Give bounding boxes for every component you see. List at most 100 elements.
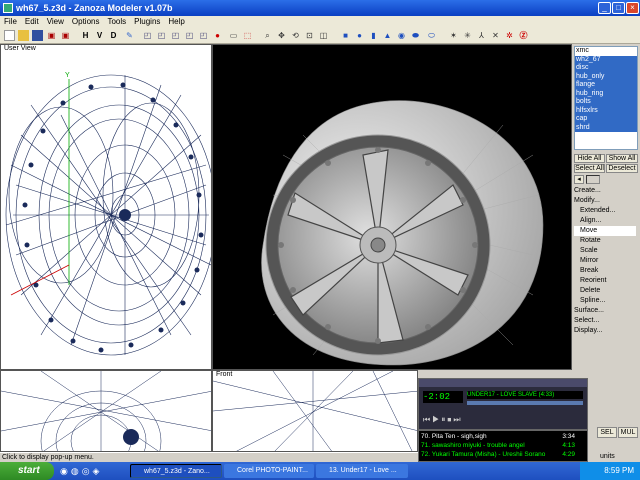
zoom-extents-icon[interactable]: ⊡ [304,30,315,41]
winamp-playlist[interactable]: 70. Pita Ten - sigh,sigh 3:34 71. sawashi… [418,430,588,462]
rotate-view-icon[interactable]: ⟲ [290,30,301,41]
cube-icon[interactable]: ◰ [142,30,153,41]
bone-tool-icon[interactable]: ✶ [448,30,459,41]
import-icon[interactable]: ▣ [46,30,57,41]
hide-all-button[interactable]: Hide All [574,154,605,163]
zanoza-icon[interactable]: Ⓩ [518,30,529,41]
arrow-left-icon[interactable]: ◂ [574,175,584,184]
playlist-row[interactable]: 70. Pita Ten - sigh,sigh 3:34 [421,433,587,441]
command-select[interactable]: Select... [574,316,636,326]
command-delete[interactable]: Delete [574,286,636,296]
menu-options[interactable]: Options [68,16,104,28]
export-icon[interactable]: ▣ [60,30,71,41]
seek-bar[interactable] [467,401,583,405]
menu-help[interactable]: Help [164,16,188,28]
list-item[interactable]: hub_ring [575,89,637,98]
zoom-icon[interactable]: ⌕ [262,30,273,41]
playlist-row[interactable]: 72. Yukari Tamura (Misha) - Ureshii Sora… [421,451,587,459]
command-reorient[interactable]: Reorient [574,276,636,286]
render-viewport[interactable] [212,44,572,370]
menu-bar: File Edit View Options Tools Plugins Help [0,16,640,28]
command-break[interactable]: Break [574,266,636,276]
select-lasso-icon[interactable]: ⬚ [242,30,253,41]
list-item[interactable]: shrd [575,123,637,132]
cylinder-primitive-icon[interactable]: ▮ [368,30,379,41]
sphere-primitive-icon[interactable]: ● [354,30,365,41]
deselect-button[interactable]: Deselect [606,164,638,173]
user-view-viewport[interactable]: User View Y [0,44,212,370]
camera-icon[interactable]: ◫ [318,30,329,41]
command-mirror[interactable]: Mirror [574,256,636,266]
status-text: Click to display pop-up menu. [2,454,94,461]
command-extended[interactable]: Extended... [574,206,636,216]
task-winamp[interactable]: 13. Under17 - Love ... [316,464,408,478]
object-list[interactable]: xmc wh2_67 disc hub_only flange hub_ring… [574,46,638,150]
list-item[interactable]: wh2_67 [575,55,637,64]
close-button[interactable]: × [626,2,639,14]
winamp-player[interactable]: -2:02 UNDER17 - LOVE SLAVE (4:33) ⏮▶⏸⏹⏭ [418,378,588,430]
open-file-icon[interactable] [18,30,29,41]
plane-primitive-icon[interactable]: ⬭ [426,30,437,41]
list-item[interactable]: disc [575,64,637,73]
cube-icon[interactable]: ◰ [184,30,195,41]
select-all-button[interactable]: Select All [574,164,605,173]
side-viewport[interactable] [0,370,212,452]
menu-file[interactable]: File [0,16,21,28]
menu-tools[interactable]: Tools [103,16,130,28]
menu-plugins[interactable]: Plugins [130,16,164,28]
command-rotate[interactable]: Rotate [574,236,636,246]
menu-edit[interactable]: Edit [21,16,43,28]
maximize-button[interactable]: □ [612,2,625,14]
quick-launch-icons[interactable]: ◉◍◎◈ [60,466,102,477]
save-file-icon[interactable] [32,30,43,41]
list-item[interactable]: cap [575,115,637,124]
task-zanoza[interactable]: wh67_5.z3d - Zano... [130,464,222,478]
playlist-row[interactable]: 71. sawashiro miyuki - trouble angel 4:13 [421,442,587,450]
list-item[interactable]: hlfsxlrs [575,106,637,115]
menu-view[interactable]: View [43,16,68,28]
list-item[interactable]: flange [575,81,637,90]
command-spline[interactable]: Spline... [574,296,636,306]
branch-tool-icon[interactable]: ⅄ [476,30,487,41]
playlist-time: 3:34 [562,433,575,440]
command-create[interactable]: Create... [574,186,636,196]
command-surface[interactable]: Surface... [574,306,636,316]
command-modify[interactable]: Modify... [574,196,636,206]
disc-primitive-icon[interactable]: ⬬ [410,30,421,41]
tool-icon[interactable]: ✎ [124,30,135,41]
command-scale[interactable]: Scale [574,246,636,256]
task-corel[interactable]: Corel PHOTO-PAINT... [224,464,314,478]
units-label: units [600,453,615,460]
cube-icon[interactable]: ◰ [170,30,181,41]
list-item[interactable]: hub_only [575,72,637,81]
new-file-icon[interactable] [4,30,15,41]
sel-button[interactable]: SEL [597,427,617,438]
display-button[interactable]: D [108,30,119,41]
hide-button[interactable]: H [80,30,91,41]
show-all-button[interactable]: Show All [606,154,638,163]
panel-tab[interactable] [586,175,600,184]
command-align[interactable]: Align... [574,216,636,226]
cube-icon[interactable]: ◰ [156,30,167,41]
list-item[interactable]: bolts [575,98,637,107]
cube-icon[interactable]: ◰ [198,30,209,41]
winamp-transport-controls[interactable]: ⏮▶⏸⏹⏭ [423,415,463,425]
box-primitive-icon[interactable]: ■ [340,30,351,41]
star-tool-icon[interactable]: ✳ [462,30,473,41]
cone-primitive-icon[interactable]: ▲ [382,30,393,41]
front-viewport[interactable]: Front [212,370,418,452]
start-button[interactable]: start [0,462,54,480]
command-display[interactable]: Display... [574,326,636,336]
view-button[interactable]: V [94,30,105,41]
torus-primitive-icon[interactable]: ◉ [396,30,407,41]
snap-tool-icon[interactable]: ✕ [490,30,501,41]
minimize-button[interactable]: _ [598,2,611,14]
command-move[interactable]: Move [574,226,636,236]
list-item[interactable]: xmc [575,47,637,56]
redraw-icon[interactable]: ✲ [504,30,515,41]
select-rect-icon[interactable]: ▭ [228,30,239,41]
pan-icon[interactable]: ✥ [276,30,287,41]
sphere-render-icon[interactable]: ● [212,30,223,41]
playlist-title: 72. Yukari Tamura (Misha) - Ureshii Sora… [421,451,546,458]
mul-button[interactable]: MUL [618,427,638,438]
